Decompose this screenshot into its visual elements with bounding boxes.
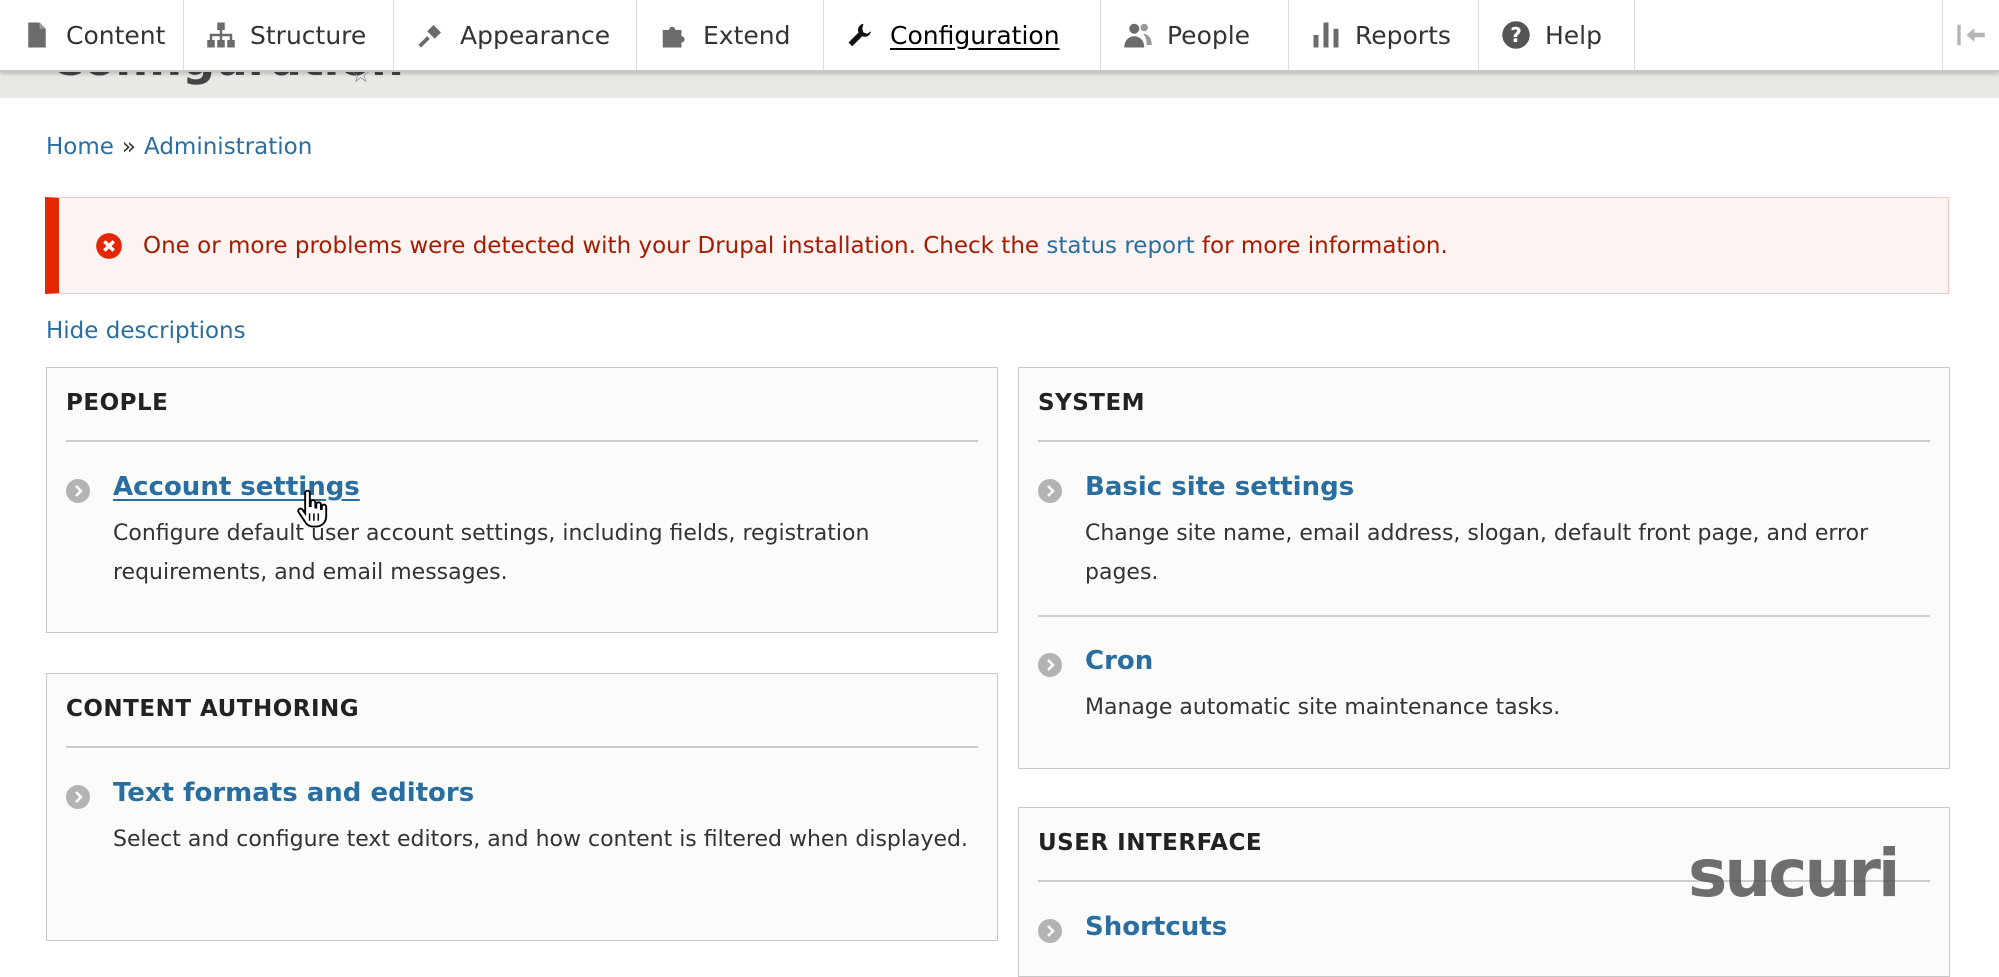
bar-chart-icon xyxy=(1313,22,1339,48)
toolbar-item-help[interactable]: ? Help xyxy=(1479,0,1635,70)
wrench-icon xyxy=(848,23,871,47)
breadcrumb: Home » Administration xyxy=(46,134,312,160)
circle-arrow-icon xyxy=(1038,479,1062,503)
panel-divider xyxy=(66,746,978,748)
sitemap-icon xyxy=(207,22,235,48)
shortcuts-link[interactable]: Shortcuts xyxy=(1085,912,1227,942)
people-icon xyxy=(1124,23,1152,48)
text-formats-link[interactable]: Text formats and editors xyxy=(113,778,474,808)
toolbar-item-configuration[interactable]: Configuration xyxy=(824,0,1101,70)
item-divider xyxy=(1038,615,1930,617)
error-message: One or more problems were detected with … xyxy=(45,197,1949,294)
breadcrumb-administration[interactable]: Administration xyxy=(144,134,312,160)
toolbar-item-structure[interactable]: Structure xyxy=(184,0,394,70)
toolbar-item-appearance[interactable]: Appearance xyxy=(394,0,637,70)
puzzle-icon xyxy=(662,26,685,48)
hide-descriptions-link[interactable]: Hide descriptions xyxy=(46,318,246,344)
alert-text-before: One or more problems were detected with … xyxy=(143,232,1047,259)
help-icon: ? xyxy=(1502,21,1530,49)
star-icon[interactable]: ☆ xyxy=(350,70,372,88)
collapse-arrow-icon xyxy=(1957,24,1985,46)
breadcrumb-home[interactable]: Home xyxy=(46,134,114,160)
error-icon xyxy=(96,232,122,259)
toolbar-item-reports[interactable]: Reports xyxy=(1289,0,1479,70)
toolbar-label: Help xyxy=(1545,20,1602,50)
toolbar-item-people[interactable]: People xyxy=(1101,0,1289,70)
panel-title: PEOPLE xyxy=(66,390,169,416)
panel-content-authoring: CONTENT AUTHORING Text formats and edito… xyxy=(46,673,998,941)
status-report-link[interactable]: status report xyxy=(1046,233,1194,259)
panel-title: CONTENT AUTHORING xyxy=(66,696,360,722)
svg-text:?: ? xyxy=(1510,23,1522,47)
error-text: One or more problems were detected with … xyxy=(143,233,1448,259)
circle-arrow-icon xyxy=(66,479,90,503)
item-description: Select and configure text editors, and h… xyxy=(113,827,968,852)
toolbar-label: Appearance xyxy=(460,20,611,50)
sucuri-logo: sucuri xyxy=(1688,838,1901,908)
panel-title: USER INTERFACE xyxy=(1038,830,1263,856)
toolbar-orientation-toggle[interactable] xyxy=(1942,0,1999,70)
toolbar-label: People xyxy=(1167,20,1251,50)
alert-text-after: for more information. xyxy=(1194,232,1448,259)
cron-link[interactable]: Cron xyxy=(1085,646,1153,676)
toolbar-item-content[interactable]: Content xyxy=(0,0,184,70)
item-description: Configure default user account settings,… xyxy=(113,521,870,585)
circle-arrow-icon xyxy=(1038,653,1062,677)
toolbar-label: Configuration xyxy=(890,20,1060,50)
circle-arrow-icon xyxy=(66,785,90,809)
panel-divider xyxy=(66,440,978,442)
item-description: Change site name, email address, slogan,… xyxy=(1085,521,1869,585)
page-title-strip: Configuration ☆ xyxy=(0,70,1999,98)
toolbar-label: Reports xyxy=(1355,20,1451,50)
basic-site-settings-link[interactable]: Basic site settings xyxy=(1085,472,1354,502)
svg-text:sucuri: sucuri xyxy=(1688,838,1898,908)
hand-cursor-icon xyxy=(297,490,328,528)
panel-system: SYSTEM Basic site settings Change site n… xyxy=(1018,367,1950,769)
toolbar-label: Content xyxy=(66,20,166,50)
paintbrush-icon xyxy=(418,25,441,48)
admin-toolbar: Content Structure Appearance Extend Conf… xyxy=(0,0,1999,72)
circle-arrow-icon xyxy=(1038,919,1062,943)
panel-title: SYSTEM xyxy=(1038,390,1146,416)
panel-people: PEOPLE Account settings Configure defaul… xyxy=(46,367,998,633)
item-description: Manage automatic site maintenance tasks. xyxy=(1085,695,1561,720)
page-icon xyxy=(28,22,46,48)
toolbar-label: Structure xyxy=(250,20,367,50)
toolbar-item-extend[interactable]: Extend xyxy=(637,0,824,70)
panel-divider xyxy=(1038,440,1930,442)
toolbar-label: Extend xyxy=(703,20,791,50)
breadcrumb-separator: » xyxy=(121,134,136,160)
